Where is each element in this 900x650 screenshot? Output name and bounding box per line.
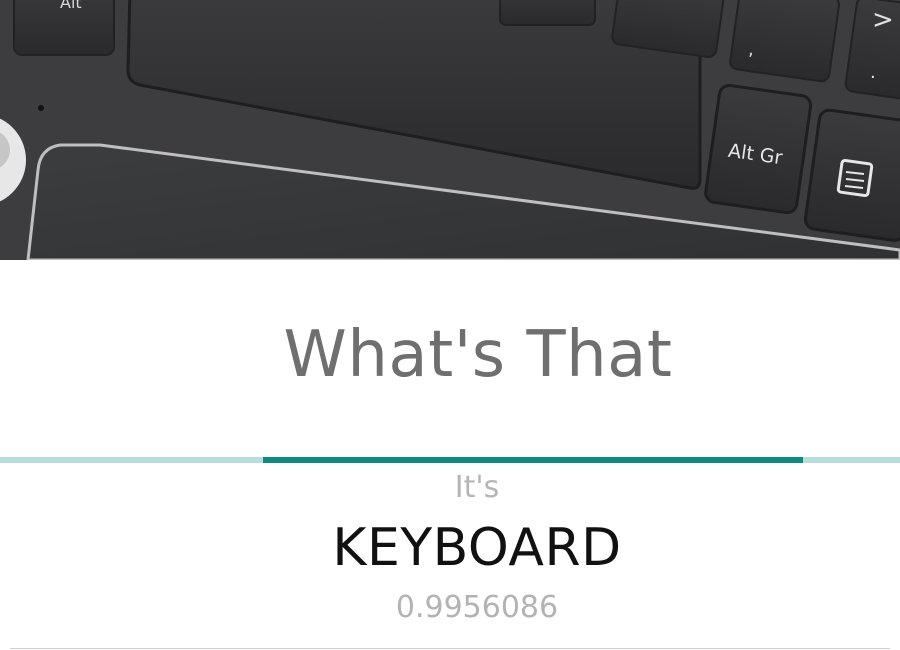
app-title: What's That	[283, 318, 673, 392]
svg-text:Alt: Alt	[60, 0, 82, 12]
svg-text:.: .	[870, 62, 876, 83]
confidence-value: 0.9956086	[395, 590, 559, 625]
confidence-progress-bar	[0, 457, 900, 463]
app-screen: Alt , > . Alt Gr What's That It's KEYBOA…	[0, 0, 900, 650]
divider	[10, 648, 890, 649]
progress-fill	[263, 457, 803, 463]
result-label: KEYBOARD	[332, 518, 622, 578]
svg-text:>: >	[872, 5, 894, 35]
camera-photo-preview: Alt , > . Alt Gr	[0, 0, 900, 260]
result-prefix: It's	[454, 470, 500, 505]
svg-text:,: ,	[748, 39, 754, 60]
keyboard-photo-icon: Alt , > . Alt Gr	[0, 0, 900, 260]
